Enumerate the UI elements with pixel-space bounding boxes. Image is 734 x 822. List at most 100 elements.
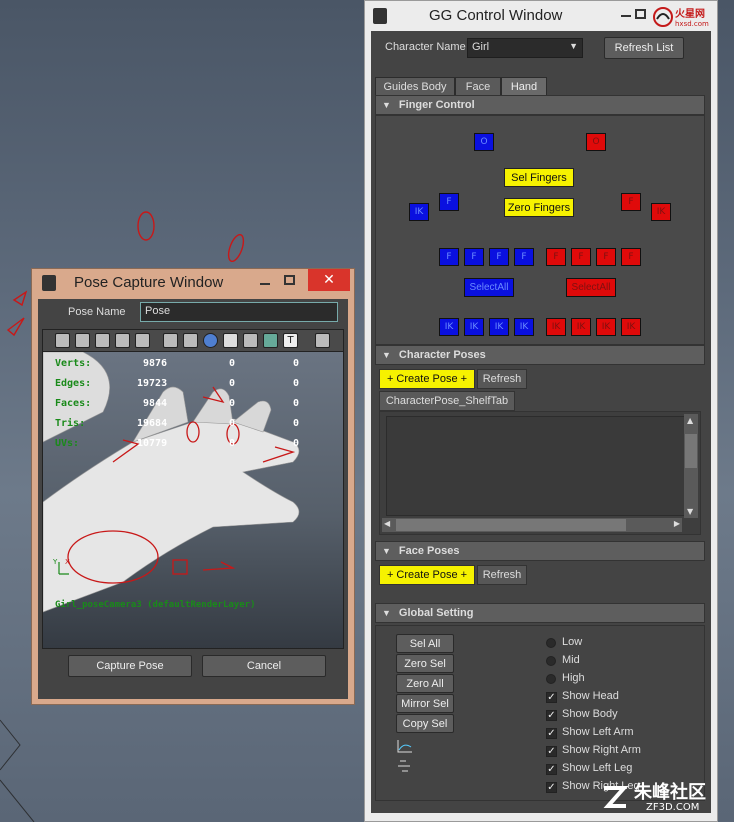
text-icon[interactable]: T (283, 333, 298, 348)
refresh-character-poses-button[interactable]: Refresh (477, 369, 527, 389)
copy-sel-button[interactable]: Copy Sel (396, 714, 454, 733)
show-left-leg-checkbox[interactable]: ✓ (546, 764, 557, 775)
left-thumb-o-button[interactable]: O (474, 133, 494, 151)
scroll-h-thumb[interactable] (396, 519, 626, 531)
hud-uvs-sel: 0 (229, 438, 236, 449)
scroll-left-icon[interactable]: ◀ (384, 519, 390, 528)
xray-icon[interactable] (243, 333, 258, 348)
left-index-ik-button[interactable]: IK (439, 318, 459, 336)
show-right-leg-checkbox[interactable]: ✓ (546, 782, 557, 793)
zf3d-cn-text: 朱峰社区 (634, 782, 706, 803)
zero-fingers-button[interactable]: Zero Fingers (504, 198, 574, 217)
film-gate-icon[interactable] (183, 333, 198, 348)
pose-capture-title-bar[interactable]: Pose Capture Window ✕ (32, 269, 354, 297)
show-right-arm-checkbox[interactable]: ✓ (546, 746, 557, 757)
character-poses-header[interactable]: ▼ Character Poses (375, 345, 705, 365)
left-select-all-button[interactable]: SelectAll (464, 278, 514, 297)
right-thumb-ik-button[interactable]: IK (651, 203, 671, 221)
hud-faces-label: Faces: (55, 398, 92, 409)
refresh-list-button[interactable]: Refresh List (604, 37, 684, 59)
right-select-all-button[interactable]: SelectAll (566, 278, 616, 297)
bookmarks-icon[interactable] (95, 333, 110, 348)
high-radio[interactable] (546, 674, 556, 684)
character-name-dropdown[interactable]: Girl ▼ (467, 38, 583, 58)
maximize-icon[interactable] (284, 275, 295, 285)
global-setting-title: Global Setting (398, 607, 474, 619)
right-pinky-ik-button[interactable]: IK (546, 318, 566, 336)
pose-viewport[interactable]: T X Y Verts: 9876 0 0 Edges: 19723 0 0 F… (42, 329, 344, 649)
gg-title-bar[interactable]: GG Control Window 火星网 hxsd.com (365, 1, 717, 31)
show-head-checkbox[interactable]: ✓ (546, 692, 557, 703)
finger-control-header[interactable]: ▼ Finger Control (375, 95, 705, 115)
right-middle-ik-button[interactable]: IK (596, 318, 616, 336)
left-index-f-button[interactable]: F (439, 248, 459, 266)
finger-control-panel: O O Sel Fingers Zero Fingers F IK F IK F… (375, 115, 705, 345)
hxsd-logo: 火星网 hxsd.com (653, 7, 709, 28)
scroll-thumb[interactable] (685, 434, 697, 468)
right-ring-ik-button[interactable]: IK (571, 318, 591, 336)
left-pinky-ik-button[interactable]: IK (514, 318, 534, 336)
minimize-icon[interactable] (621, 15, 631, 17)
left-thumb-f-button[interactable]: F (439, 193, 459, 211)
shelf-horizontal-scrollbar[interactable]: ◀ ▶ (382, 518, 682, 532)
tab-hand[interactable]: Hand (501, 77, 547, 95)
right-ring-f-button[interactable]: F (571, 248, 591, 266)
minimize-icon[interactable] (260, 283, 270, 285)
scroll-down-icon[interactable]: ▼ (687, 507, 693, 516)
mid-radio[interactable] (546, 656, 556, 666)
character-pose-shelf-area[interactable]: ▲ ▼ ◀ ▶ (379, 411, 701, 535)
image-plane-icon[interactable] (115, 333, 130, 348)
graph-editor-icon[interactable] (396, 738, 414, 754)
create-face-pose-button[interactable]: + Create Pose + (379, 565, 475, 585)
align-icon[interactable] (396, 758, 414, 774)
mirror-sel-button[interactable]: Mirror Sel (396, 694, 454, 713)
select-camera-icon[interactable] (55, 333, 70, 348)
hud-verts-sel: 0 (229, 358, 236, 369)
collapse-triangle-icon: ▼ (382, 608, 391, 618)
close-icon[interactable]: ✕ (308, 269, 350, 291)
refresh-face-poses-button[interactable]: Refresh (477, 565, 527, 585)
scroll-right-icon[interactable]: ▶ (674, 519, 680, 528)
left-ring-f-button[interactable]: F (489, 248, 509, 266)
right-pinky-f-button[interactable]: F (546, 248, 566, 266)
left-middle-f-button[interactable]: F (464, 248, 484, 266)
maximize-icon[interactable] (635, 9, 646, 19)
show-left-arm-checkbox[interactable]: ✓ (546, 728, 557, 739)
shelf-vertical-scrollbar[interactable]: ▲ ▼ (684, 414, 698, 518)
right-index-ik-button[interactable]: IK (621, 318, 641, 336)
right-middle-f-button[interactable]: F (596, 248, 616, 266)
left-pinky-f-button[interactable]: F (514, 248, 534, 266)
left-thumb-ik-button[interactable]: IK (409, 203, 429, 221)
zero-sel-button[interactable]: Zero Sel (396, 654, 454, 673)
scroll-up-icon[interactable]: ▲ (687, 416, 693, 425)
textured-icon[interactable] (263, 333, 278, 348)
sel-all-button[interactable]: Sel All (396, 634, 454, 653)
right-thumb-f-button[interactable]: F (621, 193, 641, 211)
create-character-pose-button[interactable]: + Create Pose + (379, 369, 475, 389)
show-body-checkbox[interactable]: ✓ (546, 710, 557, 721)
right-thumb-o-button[interactable]: O (586, 133, 606, 151)
global-setting-header[interactable]: ▼ Global Setting (375, 603, 705, 623)
left-ring-ik-button[interactable]: IK (489, 318, 509, 336)
grid-icon[interactable] (135, 333, 150, 348)
wireframe-icon[interactable] (163, 333, 178, 348)
left-middle-ik-button[interactable]: IK (464, 318, 484, 336)
character-pose-shelf-tab[interactable]: CharacterPose_ShelfTab (379, 391, 515, 411)
gg-body: Character Name Girl ▼ Refresh List Guide… (371, 31, 711, 813)
camera-attributes-icon[interactable] (75, 333, 90, 348)
face-poses-header[interactable]: ▼ Face Poses (375, 541, 705, 561)
sel-fingers-button[interactable]: Sel Fingers (504, 168, 574, 187)
cancel-button[interactable]: Cancel (202, 655, 326, 677)
finger-control-title: Finger Control (398, 99, 475, 111)
pose-name-input[interactable]: Pose (140, 302, 338, 322)
svg-text:Y: Y (52, 558, 58, 566)
smooth-shade-icon[interactable] (203, 333, 218, 348)
tab-guides-body[interactable]: Guides Body (375, 77, 455, 95)
right-index-f-button[interactable]: F (621, 248, 641, 266)
low-radio[interactable] (546, 638, 556, 648)
shade-all-icon[interactable] (223, 333, 238, 348)
tab-face[interactable]: Face (455, 77, 501, 95)
cube-icon[interactable] (315, 333, 330, 348)
capture-pose-button[interactable]: Capture Pose (68, 655, 192, 677)
zero-all-button[interactable]: Zero All (396, 674, 454, 693)
